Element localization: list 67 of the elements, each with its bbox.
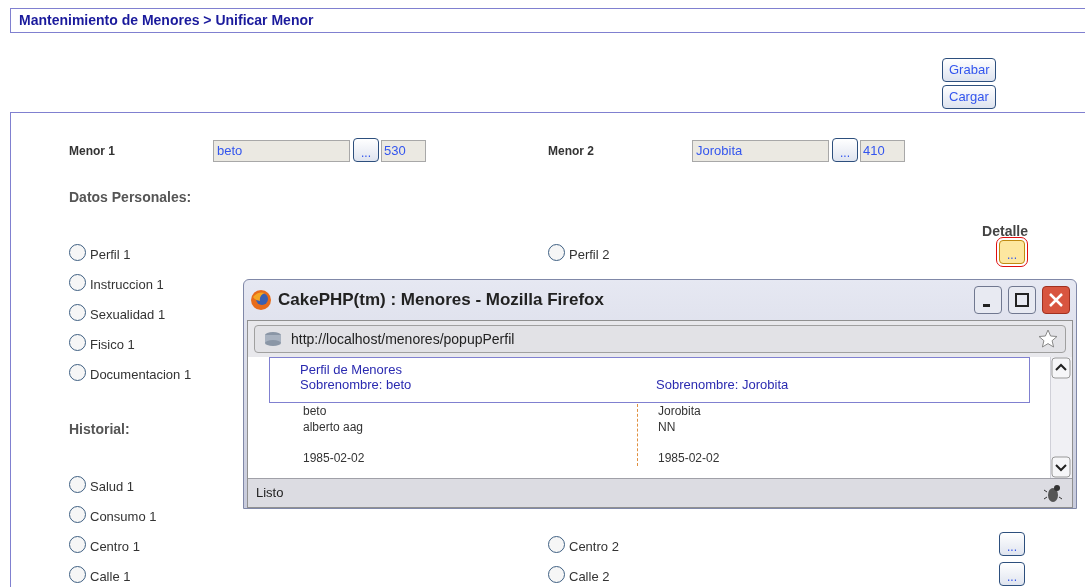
radio-button[interactable]	[69, 363, 86, 381]
column-heading: Sobrenombre: beto	[300, 377, 413, 392]
scroll-down-icon[interactable]	[1051, 456, 1071, 478]
option-label: Sexualidad 1	[90, 306, 166, 325]
option-label: Perfil 1	[90, 246, 131, 265]
maximize-button[interactable]	[1008, 286, 1036, 314]
column-heading: Detalle	[982, 224, 1028, 241]
option-label: Documentacion 1	[90, 366, 192, 385]
browse-button[interactable]: ...	[832, 138, 858, 162]
name-field[interactable]: Jorobita	[692, 140, 829, 162]
radio-button[interactable]	[69, 475, 86, 493]
field-label: Menor 2	[548, 143, 595, 160]
id-field[interactable]: 530	[381, 140, 426, 162]
profile-value: 1985-02-02	[658, 449, 720, 466]
bug-icon[interactable]	[1042, 482, 1064, 504]
radio-button[interactable]	[548, 243, 565, 261]
maximize-icon	[1014, 292, 1030, 308]
browse-button[interactable]: ...	[353, 138, 379, 162]
id-field[interactable]: 410	[860, 140, 905, 162]
close-icon	[1048, 292, 1064, 308]
section-heading: Datos Personales:	[69, 188, 192, 207]
scrollbar[interactable]	[1050, 357, 1072, 478]
browse-button[interactable]: ...	[999, 532, 1025, 556]
option-label: Calle 2	[569, 568, 610, 587]
option-label: Consumo 1	[90, 508, 157, 527]
radio-button[interactable]	[69, 535, 86, 553]
minimize-icon	[982, 303, 990, 307]
radio-button[interactable]	[69, 303, 86, 321]
profile-value: NN	[658, 419, 676, 435]
radio-button[interactable]	[69, 333, 86, 351]
option-label: Instruccion 1	[90, 276, 164, 295]
option-label: Centro 1	[90, 538, 140, 557]
action-button[interactable]: Grabar	[942, 58, 997, 82]
close-button[interactable]	[1042, 286, 1070, 314]
address-bar[interactable]: http://localhost/menores/popupPerfil	[254, 325, 1066, 353]
radio-button[interactable]	[69, 243, 86, 261]
star-icon[interactable]	[1037, 328, 1059, 350]
window-title: CakePHP(tm) : Menores - Mozilla Firefox	[278, 289, 605, 312]
radio-button[interactable]	[548, 565, 565, 583]
column-heading: Sobrenombre: Jorobita	[656, 377, 790, 392]
firefox-icon	[250, 289, 272, 311]
scroll-up-icon[interactable]	[1051, 357, 1071, 379]
status-text: Listo	[256, 484, 285, 503]
browse-button[interactable]: ...	[999, 240, 1025, 264]
profile-value: beto	[303, 404, 327, 420]
url-text: http://localhost/menores/popupPerfil	[291, 329, 516, 349]
radio-button[interactable]	[69, 273, 86, 291]
radio-button[interactable]	[69, 565, 86, 583]
field-label: Menor 1	[69, 143, 116, 160]
profile-title: Perfil de Menores	[300, 362, 402, 377]
option-label: Fisico 1	[90, 336, 135, 355]
radio-button[interactable]	[548, 535, 565, 553]
browse-button[interactable]: ...	[999, 562, 1025, 586]
option-label: Calle 1	[90, 568, 131, 587]
profile-value: Jorobita	[658, 404, 701, 420]
profile-value: alberto aag	[303, 419, 364, 435]
name-field[interactable]: beto	[213, 140, 350, 162]
action-button[interactable]: Cargar	[942, 85, 996, 109]
radio-button[interactable]	[69, 505, 86, 523]
site-icon	[263, 330, 283, 348]
option-label: Salud 1	[90, 478, 135, 497]
page-title: Mantenimiento de Menores > Unificar Menor	[19, 11, 314, 30]
option-label: Centro 2	[569, 538, 619, 557]
option-label: Perfil 2	[569, 246, 610, 265]
section-heading: Historial:	[69, 420, 130, 439]
minimize-button[interactable]	[974, 286, 1002, 314]
profile-value: 1985-02-02	[303, 449, 365, 466]
